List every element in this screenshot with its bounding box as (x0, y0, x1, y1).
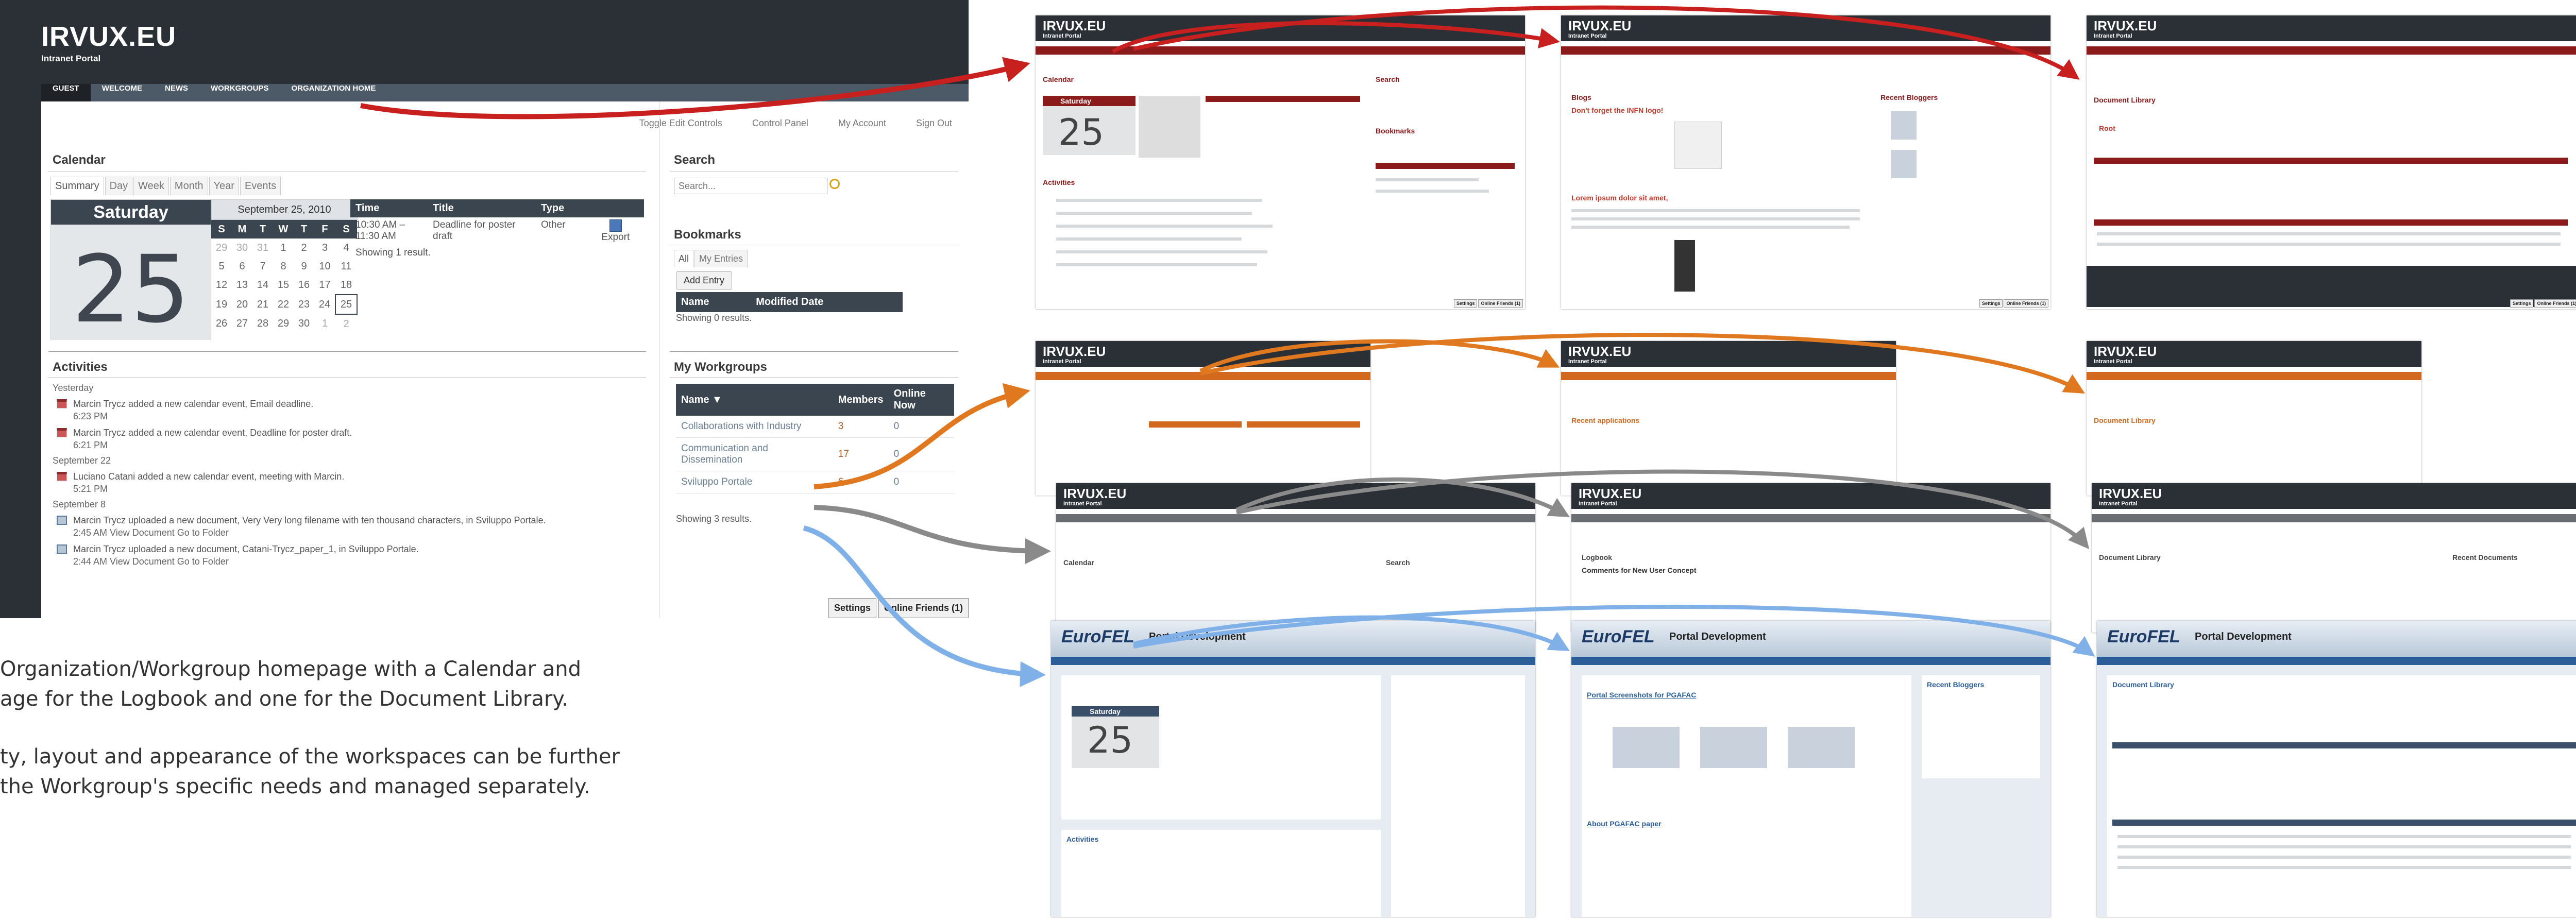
red-arrow-doclib (1133, 5, 2080, 80)
gray-arrow-doclib (1236, 469, 2090, 550)
gray-arrow-calendar (814, 505, 1051, 564)
red-arrow-calendar (360, 57, 1030, 120)
orange-arrow-calendar (814, 383, 1030, 489)
flow-arrows (360, 5, 2095, 687)
blue-arrow-doclib (1133, 605, 2095, 657)
red-arrow-blogs (1112, 21, 1560, 54)
blue-arrow-logbook (1133, 615, 1570, 651)
